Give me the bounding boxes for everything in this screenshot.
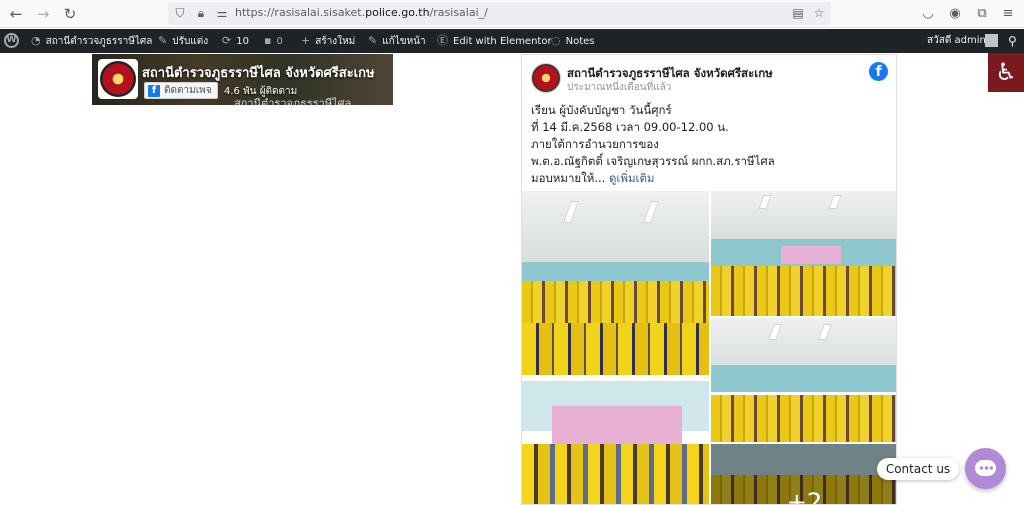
- dashboard-icon: ◔: [31, 34, 41, 47]
- facebook-icon: f: [148, 85, 160, 97]
- admin-bar-edit-page[interactable]: ✎ แก้ไขหน้า: [368, 29, 426, 53]
- notes-icon: ◌: [551, 34, 561, 47]
- post-photo[interactable]: [522, 191, 709, 379]
- chat-button[interactable]: [965, 448, 1006, 489]
- page-subtitle: สถานีตำรวจภูธรราษีไศล: [234, 97, 352, 105]
- elementor-icon: Ⓔ: [437, 34, 448, 47]
- permissions-icon[interactable]: ⚌: [213, 4, 231, 22]
- plus-icon: +: [301, 34, 311, 47]
- bookmark-star-icon[interactable]: ☆: [810, 4, 828, 22]
- page-name[interactable]: สถานีตำรวจภูธรราษีไศล จังหวัดศรีสะเกษ: [142, 62, 375, 83]
- admin-bar-site[interactable]: ◔ สถานีตำรวจภูธรราษีไศล: [31, 29, 152, 53]
- lock-icon[interactable]: 🔒︎: [192, 4, 210, 22]
- url-bar[interactable]: ⛉ 🔒︎ ⚌ https://rasisalai.sisaket.police.…: [168, 2, 831, 25]
- follow-page-button[interactable]: f ติดตามเพจ: [144, 82, 218, 99]
- post-photo[interactable]: [711, 191, 896, 316]
- reload-icon[interactable]: ↻: [60, 4, 80, 24]
- post-timestamp[interactable]: ประมาณหนึ่งเดือนที่แล้ว: [567, 80, 671, 95]
- reader-view-icon[interactable]: ▤: [789, 4, 807, 22]
- admin-bar-customize[interactable]: ✎ ปรับแต่ง: [158, 29, 208, 53]
- post-line: พ.ต.อ.ณัฐกิตติ์ เจริญเกษสุวรรณ์ ผกก.สภ.ร…: [531, 154, 775, 168]
- admin-bar-notes[interactable]: ◌ Notes: [551, 29, 595, 53]
- url-text[interactable]: https://rasisalai.sisaket.police.go.th/r…: [235, 6, 488, 19]
- post-avatar[interactable]: [531, 63, 561, 93]
- post-photo[interactable]: [711, 318, 896, 442]
- search-icon[interactable]: ⚲: [1008, 29, 1017, 53]
- post-photo-more[interactable]: +2: [711, 444, 896, 504]
- admin-bar-account[interactable]: สวัสดี admin: [927, 29, 986, 53]
- post-line: ภายใต้การอำนวยการของ: [531, 137, 659, 151]
- extensions-icon[interactable]: ⧉: [973, 5, 991, 23]
- account-icon[interactable]: ◉: [946, 5, 964, 23]
- menu-icon[interactable]: ≡: [999, 5, 1017, 23]
- post-text: เรียน ผู้บังคับบัญชา วันนี้ศุกร์ ที่ 14 …: [531, 102, 891, 187]
- pencil-icon: ✎: [368, 34, 378, 47]
- browser-toolbar: ← → ↻ ⛉ 🔒︎ ⚌ https://rasisalai.sisaket.p…: [0, 0, 1024, 28]
- wordpress-logo-icon[interactable]: W: [4, 33, 19, 48]
- post-line: ที่ 14 มี.ค.2568 เวลา 09.00-12.00 น.: [531, 120, 729, 134]
- pocket-icon[interactable]: ◡: [919, 5, 937, 23]
- post-line: มอบหมายให้...: [531, 171, 606, 185]
- see-more-link[interactable]: ดูเพิ่มเติม: [609, 171, 655, 185]
- accessibility-button[interactable]: ♿︎: [988, 53, 1024, 92]
- back-icon[interactable]: ←: [6, 4, 26, 24]
- facebook-logo-icon[interactable]: f: [869, 62, 888, 81]
- forward-icon[interactable]: →: [33, 4, 53, 24]
- comment-icon: ▪: [264, 34, 272, 47]
- post-line: เรียน ผู้บังคับบัญชา วันนี้ศุกร์: [531, 103, 672, 117]
- wp-admin-bar: W ◔ สถานีตำรวจภูธรราษีไศล ✎ ปรับแต่ง ⟳ 10 ▪…: [0, 29, 1024, 53]
- updates-icon: ⟳: [222, 34, 232, 47]
- post-photo[interactable]: [522, 381, 709, 504]
- wheelchair-icon: ♿︎: [995, 58, 1017, 86]
- brush-icon: ✎: [158, 34, 168, 47]
- admin-bar-elementor[interactable]: Ⓔ Edit with Elementor: [437, 29, 552, 53]
- page-logo[interactable]: [98, 59, 138, 99]
- admin-bar-updates[interactable]: ⟳ 10: [222, 29, 249, 53]
- more-photos-count: +2: [711, 444, 896, 504]
- facebook-post: สถานีตำรวจภูธรราษีไศล จังหวัดศรีสะเกษ ปร…: [521, 54, 897, 505]
- facebook-page-header[interactable]: สถานีตำรวจภูธรราษีไศล จังหวัดศรีสะเกษ fต…: [92, 54, 393, 105]
- shield-icon[interactable]: ⛉: [171, 4, 189, 22]
- contact-us-label[interactable]: Contact us: [877, 458, 959, 480]
- avatar[interactable]: [985, 34, 998, 47]
- admin-bar-new[interactable]: + สร้างใหม่: [301, 29, 355, 53]
- admin-bar-comments[interactable]: ▪ 0: [264, 29, 283, 53]
